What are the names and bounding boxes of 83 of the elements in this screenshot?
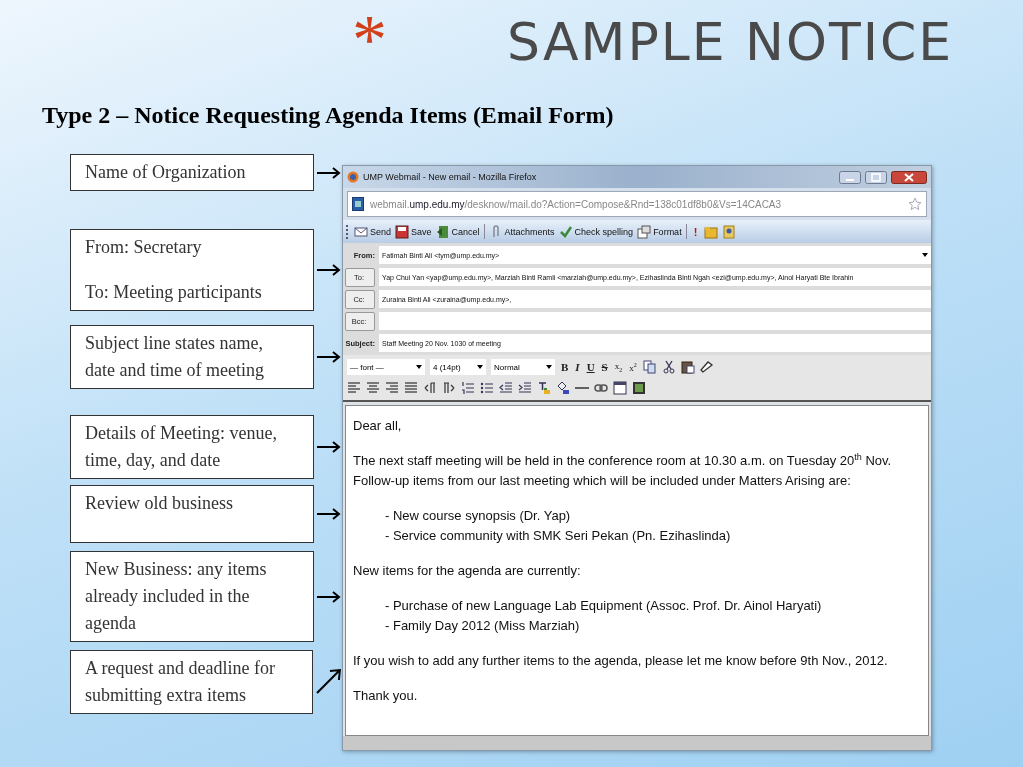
caret-icon <box>922 253 928 257</box>
numbered-list-icon[interactable] <box>461 381 475 395</box>
callout-text: Details of Meeting: venue, time, day, and date <box>85 422 278 472</box>
close-icon[interactable] <box>891 170 927 184</box>
door-icon <box>435 224 450 239</box>
text-color-icon[interactable] <box>537 381 551 395</box>
justify-icon[interactable] <box>404 381 418 395</box>
toolbar-button[interactable]: Format <box>637 224 682 239</box>
list-item: - Purchase of new Language Lab Equipment (Assoc. Prof. Dr. Ainol Haryati) <box>385 597 823 615</box>
underline-button[interactable]: U <box>585 361 596 373</box>
pointer-arrow <box>317 166 341 179</box>
bold-button[interactable]: B <box>560 361 570 373</box>
callout-text: Review old business <box>85 492 234 515</box>
pointer-arrow <box>316 668 342 694</box>
pointer-arrow <box>317 441 341 453</box>
body-text: Follow-up items from our last meeting which will be included under Matters Arising are: <box>353 472 852 490</box>
paragraph-rtl-icon[interactable] <box>442 381 456 395</box>
chain-link-icon[interactable] <box>594 381 608 395</box>
slide-subtitle: Type 2 – Notice Requesting Agenda Items (Email Form) <box>41 101 615 130</box>
dropdown[interactable]: — font — <box>347 359 425 375</box>
toolbar-button[interactable]: Check spelling <box>558 224 634 239</box>
address-bar[interactable]: webmail.ump.edu.my/desknow/mail.do?Action=Compose&Rnd=138c01df8b0&Vs=14CACA3 <box>347 191 927 217</box>
scissors-icon[interactable] <box>661 360 676 374</box>
window-icon <box>637 224 652 239</box>
list-item: - New course synopsis (Dr. Yap) <box>385 507 572 525</box>
picture-icon[interactable] <box>632 381 646 395</box>
star-icon[interactable] <box>908 197 922 211</box>
caret-icon <box>546 365 552 369</box>
message-body[interactable] <box>345 405 929 736</box>
copy-icon[interactable] <box>642 360 657 374</box>
globe-icon[interactable] <box>347 171 359 183</box>
toolbar-button[interactable]: Cancel <box>435 224 480 239</box>
toolbar-button[interactable]: Send <box>354 224 392 239</box>
callout-text: To: Meeting participants <box>85 281 263 304</box>
bullet-list-icon[interactable] <box>480 381 494 395</box>
callout-text: A request and deadline for submitting extra items <box>85 657 276 707</box>
priority-button[interactable]: ! <box>690 225 701 238</box>
pointer-arrow <box>317 508 341 520</box>
pointer-arrow <box>317 264 341 276</box>
bullet-mark: * <box>352 0 388 80</box>
dropdown[interactable]: 4 (14pt) <box>430 359 486 375</box>
url-text: webmail.ump.edu.my/desknow/mail.do?Action=Compose&Rnd=138c01df8b0&Vs=14CACA3 <box>370 198 782 210</box>
callout-text: Subject line states name, date and time of meeting <box>85 332 265 382</box>
indent-icon[interactable] <box>518 381 532 395</box>
toolbar-button[interactable]: Attachments <box>488 224 555 239</box>
callout-text: Name of Organization <box>85 161 247 184</box>
page-icon[interactable] <box>352 197 364 211</box>
align-right-icon[interactable] <box>385 381 399 395</box>
body-text: If you wish to add any further items to the agenda, please let me know before 9th Nov., 2012. <box>353 652 889 670</box>
subscript-button[interactable]: x$_{2}$ <box>613 361 624 373</box>
align-center-icon[interactable] <box>366 381 380 395</box>
strikethrough-button[interactable]: S <box>600 361 609 373</box>
slide-title: SAMPLE NOTICE <box>507 11 954 74</box>
callout-text: New Business: any items already included in the agenda <box>85 558 268 635</box>
eraser-icon[interactable] <box>699 360 714 374</box>
input-field[interactable] <box>379 312 931 330</box>
envelope-icon <box>354 224 368 239</box>
dropdown[interactable]: Normal <box>491 359 555 375</box>
superscript-button[interactable]: x$^{2}$ <box>628 361 638 373</box>
body-text: Thank you. <box>353 687 419 705</box>
outdent-icon[interactable] <box>499 381 513 395</box>
fill-color-icon[interactable] <box>556 381 570 395</box>
minimize-icon[interactable] <box>839 170 861 184</box>
pointer-arrow <box>317 590 341 603</box>
italic-button[interactable]: I <box>574 361 581 373</box>
body-text: New items for the agenda are currently: <box>353 562 582 580</box>
body-text: The next staff meeting will be held in the conference room at 10.30 a.m. on Tuesday 20$^{th}$ Nov. <box>353 451 893 470</box>
maximize-icon[interactable] <box>865 170 887 184</box>
callout-text: From: Secretary <box>85 236 203 259</box>
paragraph-ltr-icon[interactable] <box>423 381 437 395</box>
body-text: Dear all, <box>353 417 403 435</box>
list-item: - Family Day 2012 (Miss Marziah) <box>385 617 581 635</box>
caret-icon <box>416 365 422 369</box>
table-icon[interactable] <box>613 381 627 395</box>
checkmark-icon <box>558 224 573 239</box>
pointer-arrow <box>317 351 341 363</box>
list-item: - Service community with SMK Seri Pekan (Pn. Ezihaslinda) <box>385 527 732 545</box>
toolbar-button[interactable]: Save <box>395 224 432 239</box>
window-title: UMP Webmail - New email - Mozilla Firefox <box>363 172 537 182</box>
card-icon[interactable] <box>722 224 737 239</box>
caret-icon <box>477 365 483 369</box>
clipboard-icon[interactable] <box>680 360 695 374</box>
align-left-icon[interactable] <box>347 381 361 395</box>
